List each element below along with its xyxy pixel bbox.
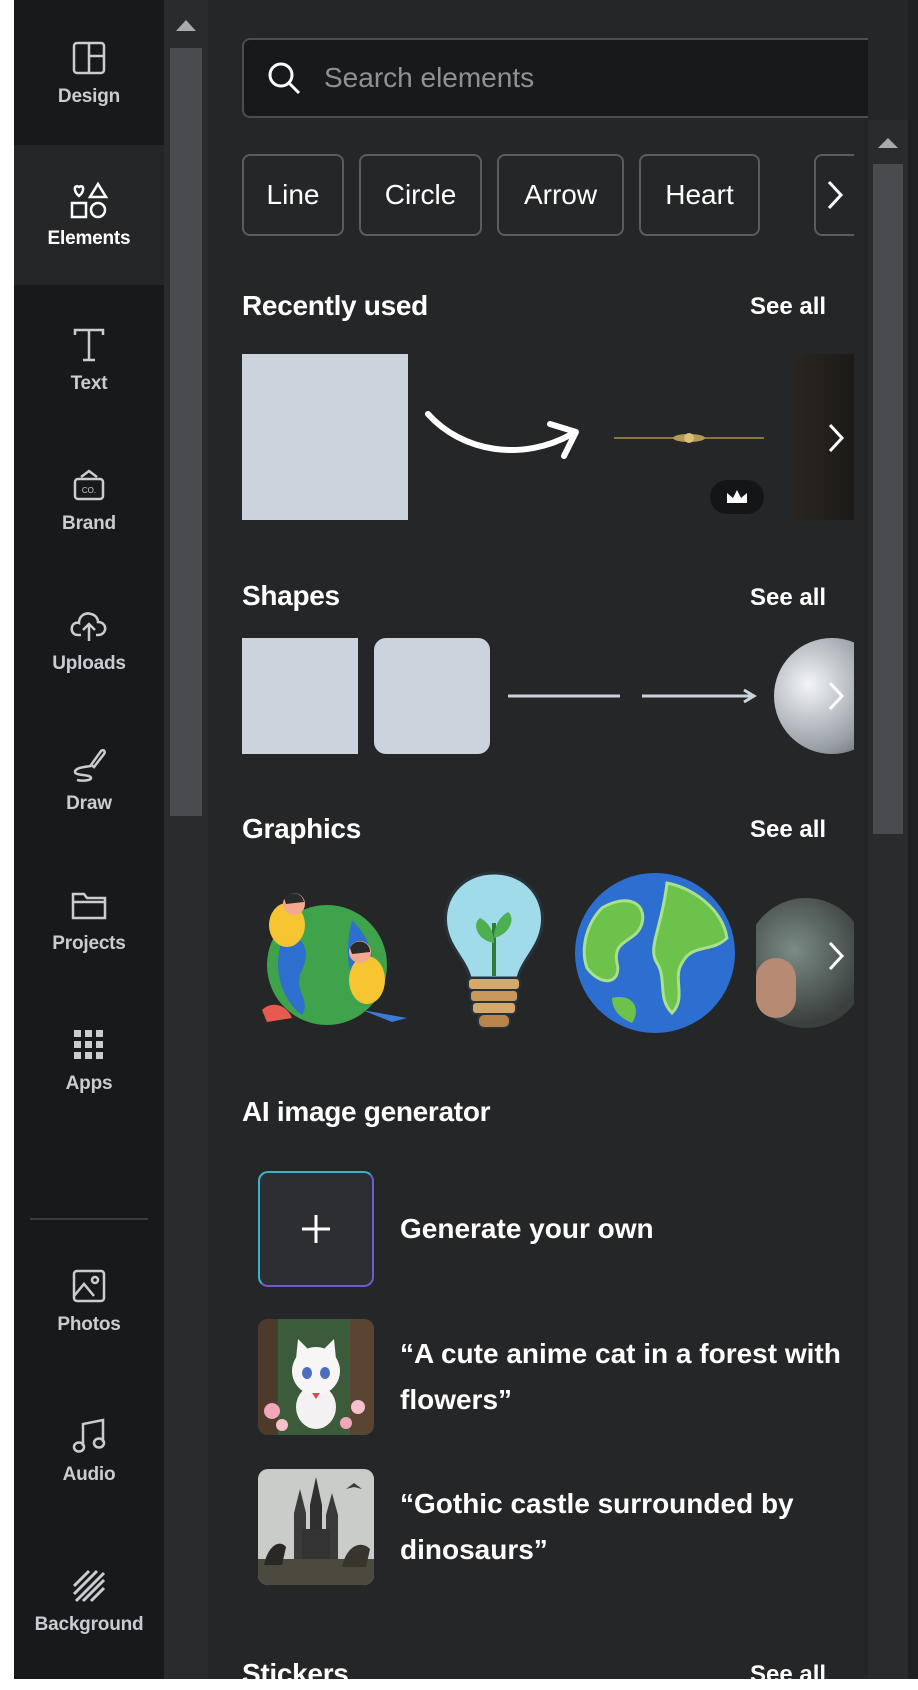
ai-item-text: “Gothic castle surrounded by dinosaurs”	[400, 1488, 794, 1565]
sidebar-item-label: Audio	[62, 1464, 116, 1485]
recent-square[interactable]	[242, 354, 408, 520]
grid-icon	[69, 1025, 109, 1065]
section-title-ai: AI image generator	[242, 1096, 491, 1127]
cloud-upload-icon	[69, 605, 109, 645]
shapes-next-button[interactable]	[816, 676, 856, 716]
sidebar-item-draw[interactable]: Draw	[14, 705, 164, 855]
sidebar-item-text[interactable]: Text	[14, 285, 164, 435]
sidebar-item-projects[interactable]: Projects	[14, 845, 164, 995]
sidebar: Design Elements Text CO. Brand Uploads D…	[14, 0, 164, 1679]
shape-rounded-square[interactable]	[374, 638, 490, 754]
canvas-edge	[908, 0, 918, 1679]
sidebar-item-label: Design	[57, 85, 121, 107]
see-all-stickers[interactable]: See all	[750, 1661, 826, 1689]
music-note-icon	[69, 1416, 109, 1456]
folder-icon	[69, 885, 109, 925]
chevron-right-icon	[827, 180, 844, 210]
pen-icon	[69, 745, 109, 785]
sidebar-item-label: Background	[34, 1614, 144, 1635]
ai-item-text: Generate your own	[400, 1213, 654, 1244]
graphic-earth-globe[interactable]	[572, 868, 738, 1038]
shape-square[interactable]	[242, 638, 358, 754]
sidebar-item-label: Photos	[57, 1314, 121, 1335]
chevron-right-icon	[828, 941, 845, 971]
search-box[interactable]	[242, 38, 878, 118]
sidebar-item-label: Elements	[47, 228, 131, 249]
sidebar-item-audio[interactable]: Audio	[14, 1376, 164, 1526]
sidebar-item-label: Apps	[65, 1073, 113, 1094]
layout-icon	[69, 38, 109, 78]
sidebar-divider	[30, 1218, 148, 1220]
section-title-recent: Recently used	[242, 290, 428, 321]
generate-tile[interactable]	[258, 1171, 374, 1287]
panel-top-strip	[868, 0, 908, 120]
sidebar-item-brand[interactable]: CO. Brand	[14, 425, 164, 575]
premium-badge	[710, 480, 764, 514]
chip-circle[interactable]: Circle	[359, 154, 482, 236]
recent-curved-arrow[interactable]	[422, 400, 592, 464]
shape-line[interactable]	[506, 690, 622, 702]
chevron-right-icon	[828, 681, 845, 711]
elements-panel: Line Circle Arrow Heart Recently used Se…	[208, 0, 878, 1689]
chips-next-button[interactable]	[814, 154, 854, 236]
ai-item-text: “A cute anime cat in a forest with flowe…	[400, 1338, 841, 1415]
sidebar-item-background[interactable]: Background	[14, 1526, 164, 1676]
panel-scrollbar[interactable]	[868, 120, 908, 1679]
chip-line[interactable]: Line	[242, 154, 344, 236]
graphic-lightbulb-plant[interactable]	[434, 868, 554, 1038]
search-icon	[268, 62, 301, 95]
recent-next-button[interactable]	[816, 418, 856, 458]
left-edge	[0, 0, 14, 1679]
section-title-graphics: Graphics	[242, 813, 361, 844]
svg-text:CO.: CO.	[82, 486, 96, 495]
see-all-shapes[interactable]: See all	[750, 584, 826, 612]
sidebar-scrollbar[interactable]	[164, 0, 208, 1679]
ai-generate-own[interactable]: Generate your own	[258, 1170, 858, 1288]
ai-prompt-cat[interactable]: “A cute anime cat in a forest with flowe…	[258, 1318, 858, 1436]
brand-icon: CO.	[69, 465, 109, 505]
plus-icon	[302, 1215, 330, 1243]
text-icon	[69, 325, 109, 365]
scrollbar-thumb[interactable]	[873, 164, 903, 834]
sidebar-item-label: Projects	[52, 933, 126, 954]
scrollbar-thumb[interactable]	[170, 48, 202, 816]
sidebar-item-label: Brand	[62, 513, 116, 534]
section-title-stickers: Stickers	[242, 1658, 349, 1689]
sidebar-item-apps[interactable]: Apps	[14, 985, 164, 1135]
shape-arrow-line[interactable]	[640, 686, 758, 706]
crown-icon	[727, 490, 747, 503]
section-title-shapes: Shapes	[242, 580, 340, 611]
gothic-castle-thumbnail	[258, 1469, 374, 1585]
sidebar-item-photos[interactable]: Photos	[14, 1226, 164, 1376]
chip-arrow[interactable]: Arrow	[497, 154, 624, 236]
search-input[interactable]	[322, 61, 846, 95]
scroll-up-icon[interactable]	[878, 138, 898, 148]
sidebar-item-elements[interactable]: Elements	[14, 145, 164, 285]
hatch-icon	[69, 1566, 109, 1606]
scroll-up-icon[interactable]	[176, 20, 196, 31]
graphic-people-hugging-earth[interactable]	[242, 870, 412, 1036]
graphics-next-button[interactable]	[816, 936, 856, 976]
sidebar-item-label: Uploads	[52, 653, 126, 674]
chip-heart[interactable]: Heart	[639, 154, 760, 236]
ai-prompt-castle[interactable]: “Gothic castle surrounded by dinosaurs”	[258, 1468, 858, 1586]
sidebar-item-design[interactable]: Design	[14, 0, 164, 145]
image-icon	[69, 1266, 109, 1306]
sidebar-item-label: Text	[70, 373, 108, 394]
see-all-graphics[interactable]: See all	[750, 816, 826, 844]
recent-ornament-divider[interactable]	[614, 428, 764, 448]
sidebar-item-label: Draw	[66, 793, 112, 814]
shapes-icon	[69, 180, 109, 220]
see-all-recent[interactable]: See all	[750, 293, 826, 321]
anime-cat-thumbnail	[258, 1319, 374, 1435]
chevron-right-icon	[828, 423, 845, 453]
sidebar-item-uploads[interactable]: Uploads	[14, 565, 164, 715]
suggestion-chips: Line Circle Arrow Heart	[242, 154, 854, 238]
